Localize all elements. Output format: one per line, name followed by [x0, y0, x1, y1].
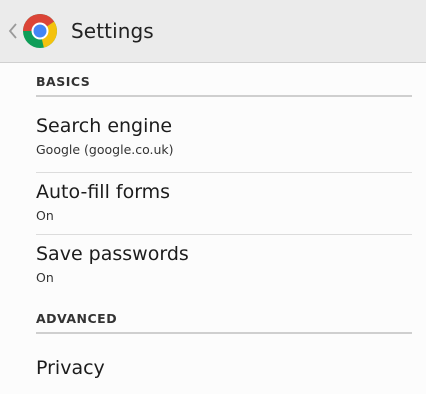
settings-screen: Settings BASICS Search engine Google (go…: [0, 0, 426, 394]
section-header-basics: BASICS: [36, 74, 412, 97]
pref-summary: Google (google.co.uk): [36, 142, 174, 157]
pref-summary: On: [36, 208, 54, 223]
pref-title: Save passwords: [36, 243, 189, 265]
pref-save-passwords[interactable]: Save passwords On: [36, 235, 412, 299]
page-title: Settings: [71, 19, 154, 43]
pref-title: Search engine: [36, 115, 173, 137]
pref-privacy[interactable]: Privacy: [36, 341, 412, 391]
pref-search-engine[interactable]: Search engine Google (google.co.uk): [36, 101, 412, 173]
action-bar: Settings: [0, 0, 426, 63]
chrome-logo-icon[interactable]: [21, 12, 59, 50]
pref-title: Privacy: [36, 357, 105, 379]
pref-title: Auto-fill forms: [36, 181, 171, 203]
back-caret-icon[interactable]: [8, 16, 20, 46]
pref-summary: On: [36, 270, 54, 285]
pref-autofill-forms[interactable]: Auto-fill forms On: [36, 173, 412, 235]
section-header-advanced: ADVANCED: [36, 311, 412, 334]
